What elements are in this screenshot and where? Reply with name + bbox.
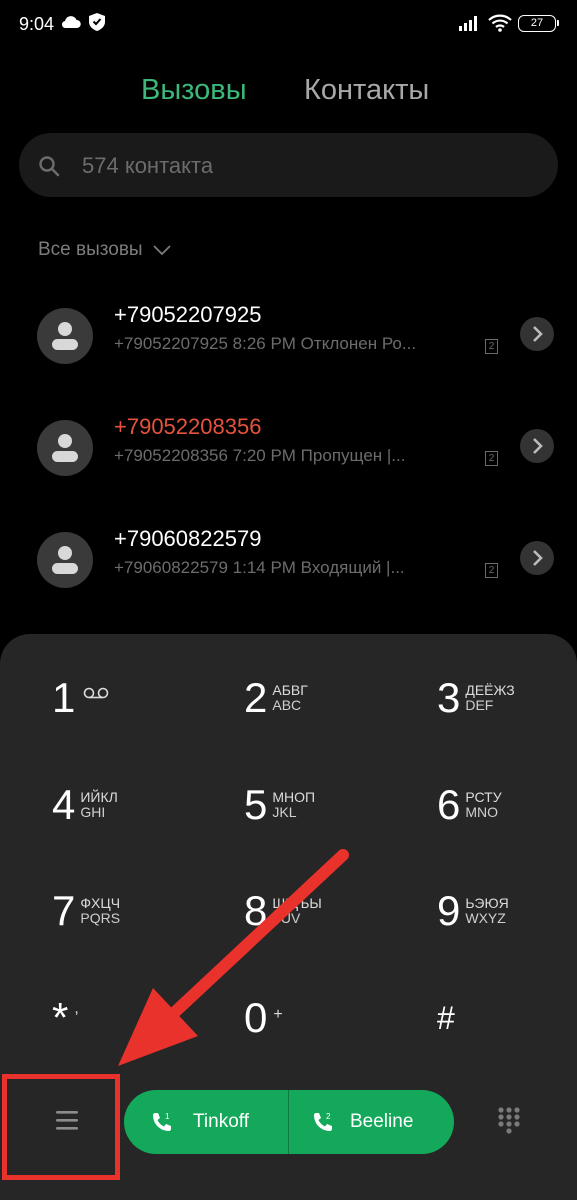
avatar [37,532,93,588]
key-extra: + [273,1006,283,1023]
sim-badge: 2 [485,339,498,354]
call-log-row[interactable]: +79052208356 +79052208356 7:20 PM Пропущ… [0,414,577,532]
wifi-icon [488,14,512,32]
chevron-right-icon [533,326,543,342]
tab-calls[interactable]: Вызовы [141,74,247,107]
key-9[interactable]: 9 ЬЭЮЯ WXYZ [437,881,509,941]
status-time: 9:04 [19,14,55,34]
person-icon [52,434,78,462]
key-digit: * [52,994,69,1041]
avatar [37,308,93,364]
status-bar: 9:04 27 [0,0,577,50]
call-number: +79052207925 [114,302,262,327]
search-icon [39,156,60,177]
cloud-icon [61,16,81,29]
key-4[interactable]: 4 ИЙКЛ GHI [52,775,118,835]
call-details: +79060822579 1:14 PM Входящий |... [114,558,405,577]
call-details-button[interactable] [520,429,554,463]
call-number-missed: +79052208356 [114,414,262,439]
key-digit: 0 [244,994,268,1041]
call-log-row[interactable]: +79060822579 +79060822579 1:14 PM Входящ… [0,526,577,644]
call-details: +79052207925 8:26 PM Отклонен Ро... [114,334,417,353]
key-hash[interactable]: # [437,988,455,1048]
key-star[interactable]: * , [52,988,79,1048]
key-digit: 2 [244,674,268,721]
key-0[interactable]: 0 + [244,988,283,1048]
sim-badge: 2 [485,563,498,578]
key-digit: 3 [437,674,461,721]
key-letters-latin: PQRS [80,910,121,926]
battery-indicator: 27 [518,15,559,32]
sim-index: 2 [326,1112,331,1121]
dialpad-toggle-icon[interactable] [496,1106,522,1136]
call-filter-dropdown[interactable]: Все вызовы [38,236,171,264]
sim-badge: 2 [485,451,498,466]
key-letters-latin: TUV [272,910,301,926]
phone-sim1-icon: 1 [153,1112,171,1131]
key-letters-cyrillic: ДЕЁЖЗ [465,681,515,698]
chevron-right-icon [533,550,543,566]
phone-sim2-icon: 2 [314,1112,332,1131]
call-sim1-button[interactable]: 1 Tinkoff [124,1090,288,1154]
sim1-label: Tinkoff [193,1111,249,1132]
key-1[interactable]: 1 [52,668,109,728]
key-letters-cyrillic: ШЩЪЫ [272,894,322,911]
key-6[interactable]: 6 РСТУ MNO [437,775,502,835]
key-digit: 6 [437,781,461,828]
key-letters-latin: JKL [272,804,297,820]
call-sim2-button[interactable]: 2 Beeline [289,1090,454,1154]
key-letters-cyrillic: ЬЭЮЯ [465,894,509,911]
avatar [37,420,93,476]
key-digit: 1 [52,674,76,721]
key-8[interactable]: 8 ШЩЪЫ TUV [244,881,322,941]
key-letters-latin: DEF [465,697,494,713]
key-digit: # [437,1000,455,1036]
annotation-highlight-box [2,1074,120,1180]
signal-icon [459,16,477,31]
key-3[interactable]: 3 ДЕЁЖЗ DEF [437,668,515,728]
call-details: +79052208356 7:20 PM Пропущен |... [114,446,406,465]
search-input[interactable] [82,152,522,180]
key-letters-cyrillic: ИЙКЛ [80,788,118,805]
key-digit: 8 [244,887,268,934]
key-letters-latin: ABC [272,697,302,713]
call-filter-label: Все вызовы [38,239,143,260]
key-letters-cyrillic: ФХЦЧ [80,894,121,911]
person-icon [52,322,78,350]
tab-contacts[interactable]: Контакты [304,74,429,107]
voicemail-icon [84,687,109,699]
key-letters-latin: WXYZ [465,910,506,926]
key-digit: 5 [244,781,268,828]
key-letters-cyrillic: АБВГ [272,681,308,698]
sim-call-buttons: 1 Tinkoff 2 Beeline [124,1090,454,1154]
key-2[interactable]: 2 АБВГ ABC [244,668,308,728]
key-digit: 9 [437,887,461,934]
key-extra: , [74,1000,79,1017]
shield-icon [89,13,105,31]
chevron-down-icon [152,245,171,256]
key-digit: 4 [52,781,76,828]
key-letters-cyrillic: РСТУ [465,788,502,805]
sim2-label: Beeline [350,1111,414,1132]
key-5[interactable]: 5 МНОП JKL [244,775,315,835]
call-details-button[interactable] [520,541,554,575]
key-letters-latin: GHI [80,804,106,820]
sim-index: 1 [165,1112,170,1121]
call-log-row[interactable]: +79052207925 +79052207925 8:26 PM Отклон… [0,302,577,420]
key-letters-latin: MNO [465,804,499,820]
key-digit: 7 [52,887,76,934]
key-7[interactable]: 7 ФХЦЧ PQRS [52,881,120,941]
key-letters-cyrillic: МНОП [272,788,316,805]
call-details-button[interactable] [520,317,554,351]
chevron-right-icon [533,438,543,454]
call-number: +79060822579 [114,526,262,551]
person-icon [52,546,78,574]
